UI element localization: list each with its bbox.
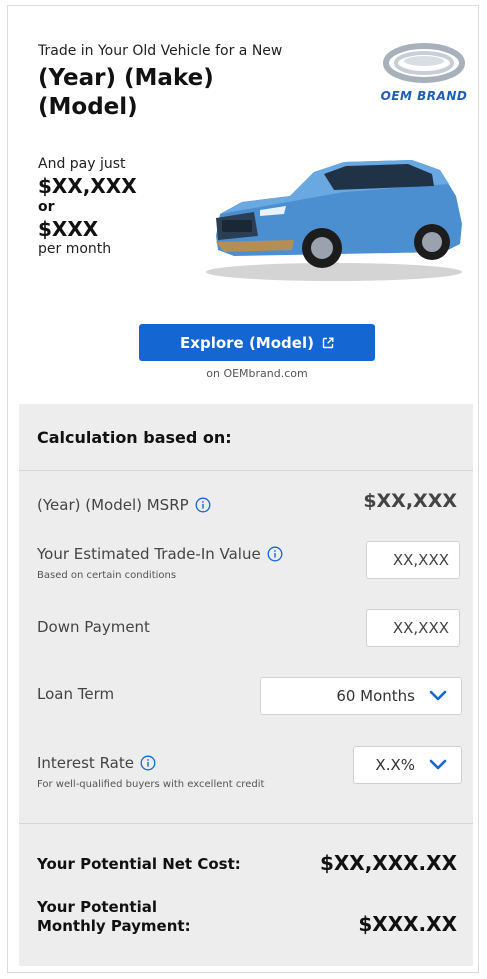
info-icon[interactable] (267, 546, 283, 562)
price-summary: And pay just $XX,XXX or $XXX per month (38, 156, 198, 257)
loan-term-select[interactable]: 60 Months (260, 677, 462, 715)
msrp-label-row: (Year) (Model) MSRP (37, 496, 211, 514)
net-cost-label: Your Potential Net Cost: (37, 855, 241, 873)
price-total: $XX,XXX (38, 174, 137, 198)
oem-brand-text: OEM BRAND (380, 89, 468, 103)
site-caption: on OEMbrand.com (206, 367, 308, 380)
calculation-panel: Calculation based on: (Year) (Model) MSR… (19, 404, 473, 966)
chevron-down-icon (429, 759, 447, 770)
external-link-icon (322, 337, 334, 348)
rate-label-row: Interest Rate (37, 754, 156, 772)
trade-label-row: Your Estimated Trade-In Value (37, 545, 283, 563)
oem-brand-logo: OEM BRAND (370, 41, 478, 111)
info-icon[interactable] (195, 497, 211, 513)
monthly-label-line2: Monthly Payment: (37, 917, 191, 935)
per-month: per month (38, 241, 112, 257)
interest-rate-label: Interest Rate (37, 754, 134, 772)
net-cost-value: $XX,XXX.XX (319, 851, 457, 875)
vehicle-title: (Year) (Make) (Model) (38, 65, 214, 120)
monthly-label-line1: Your Potential (37, 898, 157, 916)
down-payment-input[interactable]: XX,XXX (366, 609, 460, 647)
intro-text: Trade in Your Old Vehicle for a New (38, 43, 283, 59)
divider (19, 470, 473, 471)
monthly-payment-value: $XXX.XX (358, 912, 457, 936)
interest-rate-subtext: For well-qualified buyers with excellent… (37, 779, 265, 790)
trade-in-label: Your Estimated Trade-In Value (37, 545, 261, 563)
oem-brand-logo-icon (383, 43, 465, 83)
down-payment-label: Down Payment (37, 618, 150, 636)
explore-model-button[interactable]: Explore (Model) (139, 324, 375, 361)
calculation-heading: Calculation based on: (37, 428, 232, 447)
loan-term-value: 60 Months (336, 687, 415, 705)
vehicle-image (206, 160, 462, 281)
interest-rate-select[interactable]: X.X% (353, 746, 462, 784)
price-monthly: $XXX (38, 217, 99, 241)
explore-label: Explore (Model) (180, 333, 314, 352)
or-text: or (38, 199, 55, 215)
interest-rate-value: X.X% (375, 756, 415, 774)
trade-in-input[interactable]: XX,XXX (366, 541, 460, 579)
pay-lead: And pay just (38, 156, 126, 172)
msrp-value: $XX,XXX (363, 490, 457, 512)
info-icon[interactable] (140, 755, 156, 771)
trade-in-subtext: Based on certain conditions (37, 570, 177, 581)
monthly-payment-label: Your Potential Monthly Payment: (37, 898, 191, 936)
loan-term-label: Loan Term (37, 685, 115, 703)
msrp-label: (Year) (Model) MSRP (37, 496, 189, 514)
divider (19, 823, 473, 824)
chevron-down-icon (429, 690, 447, 701)
